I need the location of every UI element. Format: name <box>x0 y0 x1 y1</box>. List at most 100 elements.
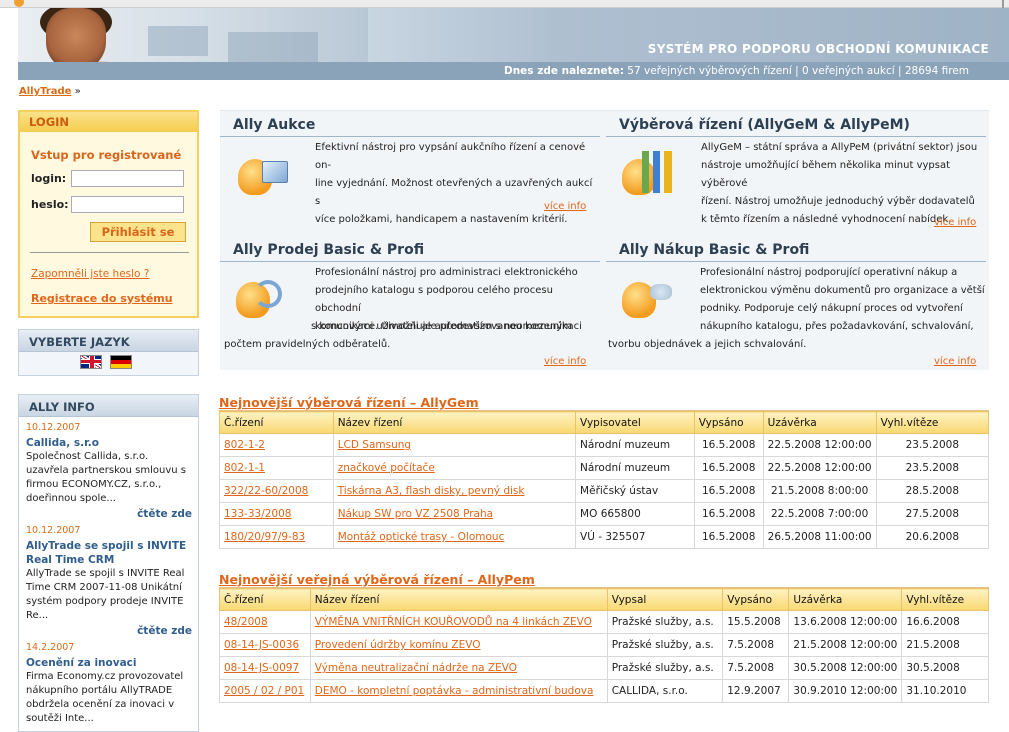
news-date: 14.2.2007 <box>26 642 75 653</box>
news-text: Společnost Callida, s.r.o. uzavřela part… <box>26 451 186 504</box>
forgot-password-link[interactable]: Zapomněli jste heslo ? <box>31 268 149 280</box>
news-title[interactable]: Callida, s.r.o <box>26 436 192 450</box>
password-label: heslo: <box>31 198 69 211</box>
published-date: 16.5.2008 <box>693 433 764 457</box>
product-ally-aukce: Ally Aukce Efektivní nástroj pro vypsání… <box>220 117 600 237</box>
login-subtitle: Vstup pro registrované <box>31 148 182 162</box>
tender-id-link[interactable]: 802-1-2 <box>224 439 265 451</box>
allygem-section-title[interactable]: Nejnovější výběrová řízení – AllyGem <box>219 395 479 410</box>
office-background <box>228 32 318 62</box>
tender-id-link[interactable]: 2005 / 02 / P01 <box>224 685 304 697</box>
col-header: Vypsáno <box>722 588 790 611</box>
allypem-section-title[interactable]: Nejnovější veřejná výběrová řízení – All… <box>219 572 535 587</box>
login-button[interactable]: Přihlásit se <box>90 222 186 242</box>
tender-name-link[interactable]: LCD Samsung <box>338 439 411 451</box>
deadline: 30.9.2010 12:00:00 <box>788 679 902 703</box>
col-header: Vypisovatel <box>575 411 695 434</box>
col-header: Vyhl.vítěze <box>901 588 989 611</box>
table-row: 08-14-JS-0036 Provedení údržby komínu ZE… <box>219 633 989 657</box>
tender-id-link[interactable]: 08-14-JS-0036 <box>224 639 299 651</box>
login-panel: LOGIN Vstup pro registrované login: hesl… <box>18 110 199 318</box>
read-more-link[interactable]: čtěte zde <box>26 625 192 637</box>
more-info-link[interactable]: více info <box>934 356 976 367</box>
issuer: Národní muzeum <box>575 433 695 457</box>
table-header-row: Č.řízení Název řízení Vypsal Vypsáno Uzá… <box>219 588 989 611</box>
col-header: Vypsáno <box>693 411 764 434</box>
table-row: 322/22-60/2008 Tiskárna A3, flash disky,… <box>219 479 990 503</box>
deadline: 26.5.2008 11:00:00 <box>762 525 877 549</box>
sales-icon <box>234 270 286 322</box>
product-vyberova-rizeni: Výběrová řízení (AllyGeM & AllyPeM) Ally… <box>606 117 986 237</box>
tender-name-link[interactable]: DEMO - kompletní poptávka - administrati… <box>315 685 594 697</box>
tender-id-link[interactable]: 322/22-60/2008 <box>224 485 308 497</box>
language-title: VYBERTE JAZYK <box>19 330 198 352</box>
read-more-link[interactable]: čtěte zde <box>26 508 192 520</box>
product-description-cont: s koncovými uživateli ale především s ne… <box>224 321 572 350</box>
breadcrumb-home-link[interactable]: AllyTrade <box>19 86 71 97</box>
product-ally-nakup: Ally Nákup Basic & Profi Profesionální n… <box>606 242 986 368</box>
issuer: VÚ - 325507 <box>575 525 695 549</box>
person-face <box>46 8 106 70</box>
table-row: 180/20/97/9-83 Montáž optické trasy - Ol… <box>219 525 990 549</box>
de-flag-icon[interactable] <box>110 355 132 369</box>
tender-name-link[interactable]: Nákup SW pro VZ 2508 Praha <box>338 508 493 520</box>
tender-id-link[interactable]: 08-14-JS-0097 <box>224 662 299 674</box>
more-info-link[interactable]: více info <box>544 201 586 212</box>
col-header: Č.řízení <box>219 411 334 434</box>
news-title[interactable]: Ocenění za inovaci <box>26 656 192 670</box>
table-row: 08-14-JS-0097 Výměna neutralizační nádrž… <box>219 656 989 680</box>
deadline: 21.5.2008 12:00:00 <box>788 633 902 657</box>
tender-id-link[interactable]: 180/20/97/9-83 <box>224 531 305 543</box>
issuer: Pražské služby, a.s. <box>606 610 723 634</box>
col-header: Název řízení <box>332 411 577 434</box>
winner-date: 23.5.2008 <box>875 433 990 457</box>
news-title[interactable]: AllyTrade se spojil s INVITE Real Time C… <box>26 539 192 567</box>
stats-label: Dnes zde naleznete: <box>503 65 624 77</box>
published-date: 16.5.2008 <box>693 456 764 480</box>
login-title: LOGIN <box>20 112 197 132</box>
register-link[interactable]: Registrace do systému <box>31 292 173 305</box>
deadline: 22.5.2008 12:00:00 <box>762 433 877 457</box>
more-info-link[interactable]: více info <box>544 356 586 367</box>
tender-name-link[interactable]: Tiskárna A3, flash disky, pevný disk <box>338 485 525 497</box>
product-title: Ally Nákup Basic & Profi <box>606 242 986 262</box>
language-panel: VYBERTE JAZYK <box>18 329 199 376</box>
allypem-table: Č.řízení Název řízení Vypsal Vypsáno Uzá… <box>219 588 989 703</box>
published-date: 16.5.2008 <box>693 502 764 526</box>
published-date: 16.5.2008 <box>693 525 764 549</box>
winner-date: 28.5.2008 <box>875 479 990 503</box>
deadline: 22.5.2008 12:00:00 <box>762 456 877 480</box>
scrollbar-edge <box>1002 0 1004 8</box>
product-description: Profesionální nástroj podporující operat… <box>700 267 985 332</box>
winner-date: 21.5.2008 <box>901 633 989 657</box>
tender-name-link[interactable]: Provedení údržby komínu ZEVO <box>315 639 481 651</box>
tender-name-link[interactable]: Montáž optické trasy - Olomouc <box>338 531 505 543</box>
login-input[interactable] <box>71 170 184 187</box>
tender-name-link[interactable]: VÝMĚNA VNITŘNÍCH KOUŘOVODŮ na 4 linkách … <box>315 616 592 628</box>
product-description-cont: tvorbu objednávek a jejich schvalování. <box>608 339 807 350</box>
ally-info-title: ALLY INFO <box>19 395 198 417</box>
tender-name-link[interactable]: Výměna neutralizační nádrže na ZEVO <box>315 662 517 674</box>
table-row: 802-1-2 LCD Samsung Národní muzeum 16.5.… <box>219 433 990 457</box>
tender-chart-icon <box>620 147 672 199</box>
table-row: 48/2008 VÝMĚNA VNITŘNÍCH KOUŘOVODŮ na 4 … <box>219 610 989 634</box>
col-header: Název řízení <box>309 588 608 611</box>
breadcrumb: AllyTrade » <box>19 86 81 97</box>
table-row: 133-33/2008 Nákup SW pro VZ 2508 Praha M… <box>219 502 990 526</box>
winner-date: 31.10.2010 <box>901 679 989 703</box>
browser-top-strip <box>0 0 1009 8</box>
tender-id-link[interactable]: 133-33/2008 <box>224 508 291 520</box>
login-divider <box>30 252 189 253</box>
more-info-link[interactable]: více info <box>934 217 976 228</box>
uk-flag-icon[interactable] <box>80 355 102 369</box>
news-text: Firma Economy.cz provozovatel nákupního … <box>26 671 184 724</box>
issuer: Pražské služby, a.s. <box>606 656 723 680</box>
product-description: AllyGeM – státní správa a AllyPeM (privá… <box>701 142 978 225</box>
issuer: MO 665800 <box>575 502 695 526</box>
tender-name-link[interactable]: značkové počítače <box>338 462 435 474</box>
issuer: Měřičský ústav <box>575 479 695 503</box>
password-input[interactable] <box>71 196 184 213</box>
tender-id-link[interactable]: 48/2008 <box>224 616 268 628</box>
tender-id-link[interactable]: 802-1-1 <box>224 462 265 474</box>
deadline: 22.5.2008 7:00:00 <box>762 502 877 526</box>
